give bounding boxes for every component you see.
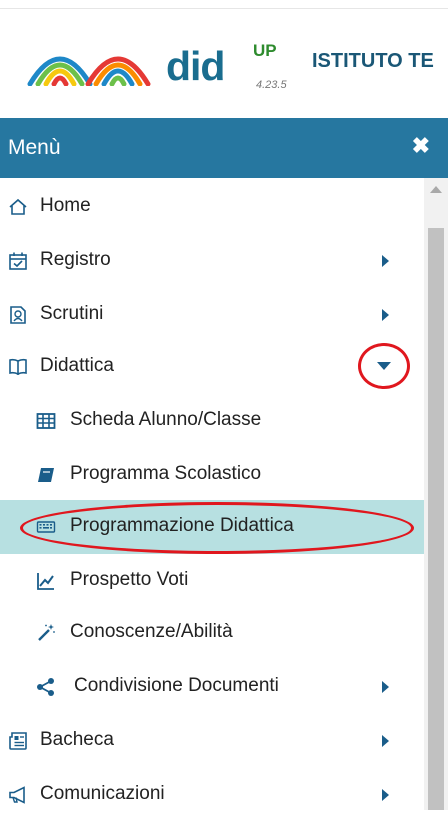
top-divider [0,8,448,9]
chevron-right-icon [382,255,389,267]
app-header: did UP 4.23.5 ISTITUTO TE [0,10,448,92]
book-icon [38,468,54,482]
chevron-right-icon [382,789,389,801]
chevron-right-icon [382,309,389,321]
menu-item-label: Comunicazioni [40,783,165,804]
menu-item-scrutini[interactable]: Scrutini [0,288,424,342]
menu-item-label: Registro [40,249,111,270]
menu-item-bacheca[interactable]: Bacheca [0,714,424,768]
chevron-right-icon [382,681,389,693]
close-icon[interactable]: ✖ [412,135,430,157]
menu-item-comunicazioni[interactable]: Comunicazioni [0,768,424,822]
brand-name: did [166,43,225,89]
table-icon [36,413,56,429]
line-chart-icon [37,573,54,590]
calendar-check-icon [9,252,27,270]
menu-title: Menù [8,136,61,159]
menu-item-label: Home [40,195,91,216]
book-open-icon [9,358,27,375]
menu-scrollbar[interactable] [424,178,448,810]
chevron-right-icon [382,735,389,747]
menu-item-condivisione-documenti[interactable]: Condivisione Documenti [0,660,424,714]
newspaper-icon [9,732,27,750]
megaphone-icon [9,786,25,804]
didup-logo-icon [27,56,151,86]
magic-wand-icon [38,624,55,641]
menu-item-label: Bacheca [40,729,114,750]
menu-item-home[interactable]: Home [0,180,424,234]
brand-superscript: UP [253,41,277,60]
menu-header: Menù ✖ [0,118,448,178]
home-icon [9,198,27,215]
menu-item-programma-scolastico[interactable]: Programma Scolastico [0,448,424,502]
menu-item-didattica[interactable]: Didattica [0,340,424,394]
scrutini-icon [10,306,26,324]
menu-item-label: Conoscenze/Abilità [70,621,233,642]
menu-item-label: Didattica [40,355,114,376]
menu-item-conoscenze-abilita[interactable]: Conoscenze/Abilità [0,606,424,660]
scroll-up-arrow-icon[interactable] [430,186,442,193]
app-version: 4.23.5 [256,79,287,91]
menu-item-label: Condivisione Documenti [74,675,279,696]
menu-item-scheda-alunno-classe[interactable]: Scheda Alunno/Classe [0,394,424,448]
menu-item-registro[interactable]: Registro [0,234,424,288]
annotation-circle-active-item [20,502,414,554]
annotation-circle-dropdown [358,343,410,389]
school-name: ISTITUTO TE [312,50,434,72]
menu-item-prospetto-voti[interactable]: Prospetto Voti [0,554,424,608]
menu-item-label: Scheda Alunno/Classe [70,409,262,430]
menu-item-label: Prospetto Voti [70,569,189,590]
scrollbar-thumb[interactable] [428,228,444,810]
menu-item-label: Scrutini [40,303,104,324]
menu-item-label: Programma Scolastico [70,463,262,484]
menu-item-programmazione-didattica[interactable]: Programmazione Didattica [0,500,424,554]
share-icon [37,678,54,696]
